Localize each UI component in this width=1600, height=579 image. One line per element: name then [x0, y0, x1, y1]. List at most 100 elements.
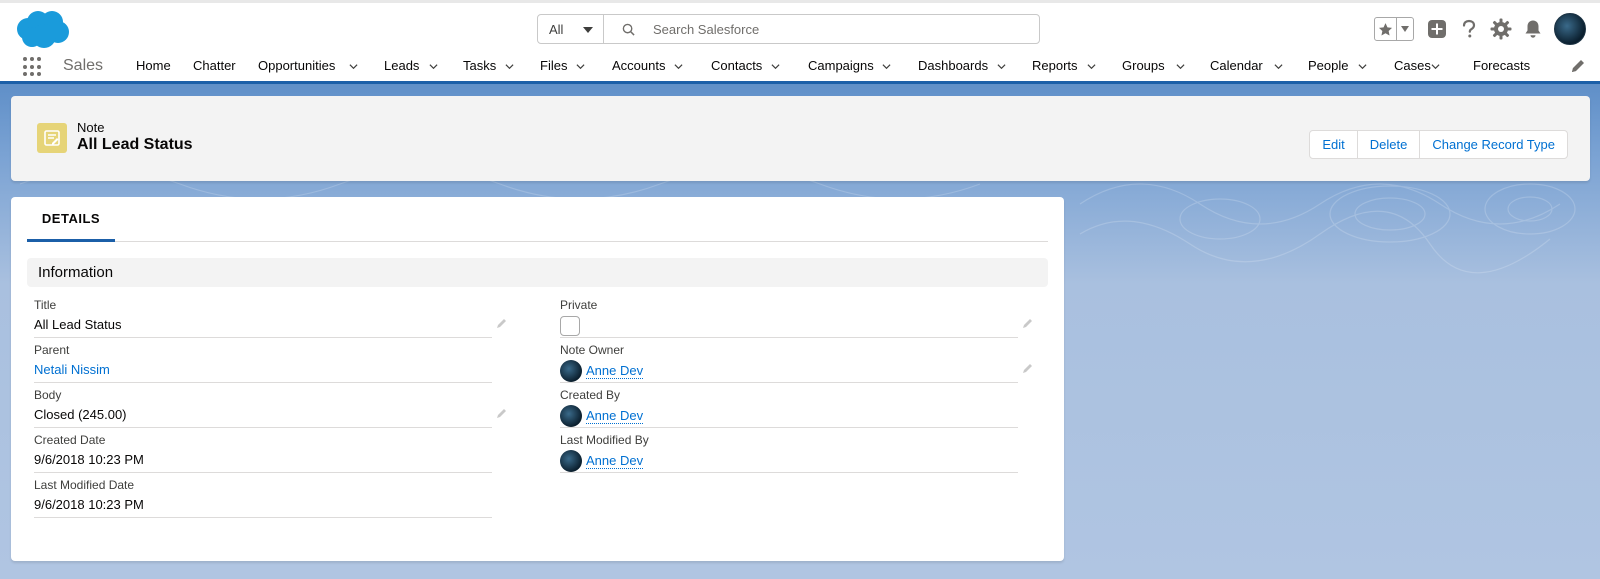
nav-item-forecasts[interactable]: Forecasts — [1473, 58, 1530, 73]
record-title: All Lead Status — [77, 136, 193, 153]
field-created-date: Created Date 9/6/2018 10:23 PM — [34, 428, 492, 473]
field-value: 9/6/2018 10:23 PM — [34, 497, 144, 512]
field-title: Title All Lead Status — [34, 293, 506, 338]
chevron-down-icon[interactable] — [576, 62, 585, 71]
field-label: Note Owner — [560, 343, 625, 357]
last-modified-by-link[interactable]: Anne Dev — [586, 453, 644, 469]
field-note-owner: Note Owner Anne Dev — [560, 338, 1032, 383]
chevron-down-icon[interactable] — [1176, 62, 1185, 71]
nav-item-contacts[interactable]: Contacts — [711, 58, 762, 73]
nav-item-groups[interactable]: Groups — [1122, 58, 1165, 73]
chevron-down-icon[interactable] — [1274, 62, 1283, 71]
field-label: Title — [34, 298, 57, 312]
field-value: All Lead Status — [34, 317, 122, 332]
field-label: Last Modified Date — [34, 478, 135, 492]
chevron-down-icon[interactable] — [674, 62, 683, 71]
caret-down-icon — [583, 27, 593, 33]
record-object-type: Note — [77, 120, 105, 135]
nav-item-calendar[interactable]: Calendar — [1210, 58, 1263, 73]
app-launcher-icon[interactable] — [23, 57, 43, 77]
field-last-modified-by: Last Modified By Anne Dev — [560, 428, 1018, 473]
edit-pencil-icon[interactable] — [496, 407, 508, 419]
global-actions-add-icon[interactable] — [1426, 18, 1448, 40]
nav-item-dashboards[interactable]: Dashboards — [918, 58, 988, 73]
change-record-type-button[interactable]: Change Record Type — [1420, 131, 1567, 158]
setup-gear-icon[interactable] — [1490, 18, 1512, 40]
nav-item-cases[interactable]: Cases — [1394, 58, 1431, 73]
search-icon — [622, 23, 635, 36]
note-owner-link[interactable]: Anne Dev — [586, 363, 644, 379]
parent-link[interactable]: Netali Nissim — [34, 362, 110, 377]
edit-pencil-icon[interactable] — [496, 317, 508, 329]
favorites-star-icon[interactable] — [1375, 18, 1397, 40]
record-tabs: DETAILS — [27, 197, 1048, 242]
global-search: All — [537, 14, 1040, 44]
chevron-down-icon[interactable] — [505, 62, 514, 71]
field-parent: Parent Netali Nissim — [34, 338, 492, 383]
details-card: DETAILS Information Title All Lead Statu… — [11, 197, 1064, 561]
notifications-bell-icon[interactable] — [1522, 18, 1544, 40]
chevron-down-icon[interactable] — [997, 62, 1006, 71]
nav-item-opportunities[interactable]: Opportunities — [258, 58, 335, 73]
field-label: Private — [560, 298, 598, 312]
record-highlights-panel: Note All Lead Status Edit Delete Change … — [11, 96, 1590, 181]
record-actions: Edit Delete Change Record Type — [1309, 130, 1568, 159]
note-owner-value: Anne Dev — [560, 360, 644, 382]
nav-item-files[interactable]: Files — [540, 58, 567, 73]
section-title: Information — [38, 264, 114, 281]
edit-button[interactable]: Edit — [1310, 131, 1358, 158]
user-avatar — [560, 360, 582, 382]
navigation-bar: Sales Home Chatter Opportunities Leads Tasks… — [0, 50, 1600, 84]
created-by-link[interactable]: Anne Dev — [586, 408, 644, 424]
nav-item-reports[interactable]: Reports — [1032, 58, 1078, 73]
nav-item-campaigns[interactable]: Campaigns — [808, 58, 874, 73]
nav-item-tasks[interactable]: Tasks — [463, 58, 496, 73]
nav-item-leads[interactable]: Leads — [384, 58, 419, 73]
private-checkbox[interactable] — [560, 316, 580, 336]
user-avatar — [560, 405, 582, 427]
tab-details[interactable]: DETAILS — [27, 197, 115, 242]
header-utility-icons — [1374, 13, 1586, 45]
field-value: 9/6/2018 10:23 PM — [34, 452, 144, 467]
user-profile-avatar[interactable] — [1554, 13, 1586, 45]
section-header-information[interactable]: Information — [27, 258, 1048, 287]
favorites-dropdown-icon[interactable] — [1397, 26, 1413, 32]
search-input[interactable] — [604, 15, 1039, 43]
edit-pencil-icon[interactable] — [1022, 362, 1034, 374]
global-header: All — [0, 0, 1600, 50]
nav-item-people[interactable]: People — [1308, 58, 1348, 73]
created-by-value: Anne Dev — [560, 405, 644, 427]
field-body: Body Closed (245.00) — [34, 383, 506, 428]
field-last-modified-date: Last Modified Date 9/6/2018 10:23 PM — [34, 473, 492, 518]
user-avatar — [560, 450, 582, 472]
field-label: Created By — [560, 388, 621, 402]
favorites-group — [1374, 17, 1414, 41]
note-icon — [37, 123, 67, 153]
chevron-down-icon[interactable] — [1358, 62, 1367, 71]
chevron-down-icon[interactable] — [882, 62, 891, 71]
edit-nav-pencil-icon[interactable] — [1570, 58, 1586, 74]
search-field — [604, 15, 1039, 43]
field-private: Private — [560, 293, 1032, 338]
field-label: Created Date — [34, 433, 106, 447]
chevron-down-icon[interactable] — [1431, 62, 1440, 71]
nav-item-accounts[interactable]: Accounts — [612, 58, 665, 73]
chevron-down-icon[interactable] — [349, 62, 358, 71]
search-scope-label: All — [549, 21, 564, 37]
field-label: Body — [34, 388, 62, 402]
nav-item-home[interactable]: Home — [136, 58, 171, 73]
delete-button[interactable]: Delete — [1357, 131, 1421, 158]
help-icon[interactable] — [1458, 18, 1480, 40]
search-scope-dropdown[interactable]: All — [538, 15, 604, 43]
chevron-down-icon[interactable] — [1087, 62, 1096, 71]
chevron-down-icon[interactable] — [429, 62, 438, 71]
last-modified-by-value: Anne Dev — [560, 450, 644, 472]
nav-item-chatter[interactable]: Chatter — [193, 58, 236, 73]
chevron-down-icon[interactable] — [771, 62, 780, 71]
edit-pencil-icon[interactable] — [1022, 317, 1034, 329]
field-value: Closed (245.00) — [34, 407, 127, 422]
salesforce-logo[interactable] — [14, 9, 70, 49]
app-name: Sales — [63, 57, 104, 74]
field-created-by: Created By Anne Dev — [560, 383, 1018, 428]
field-label: Last Modified By — [560, 433, 649, 447]
